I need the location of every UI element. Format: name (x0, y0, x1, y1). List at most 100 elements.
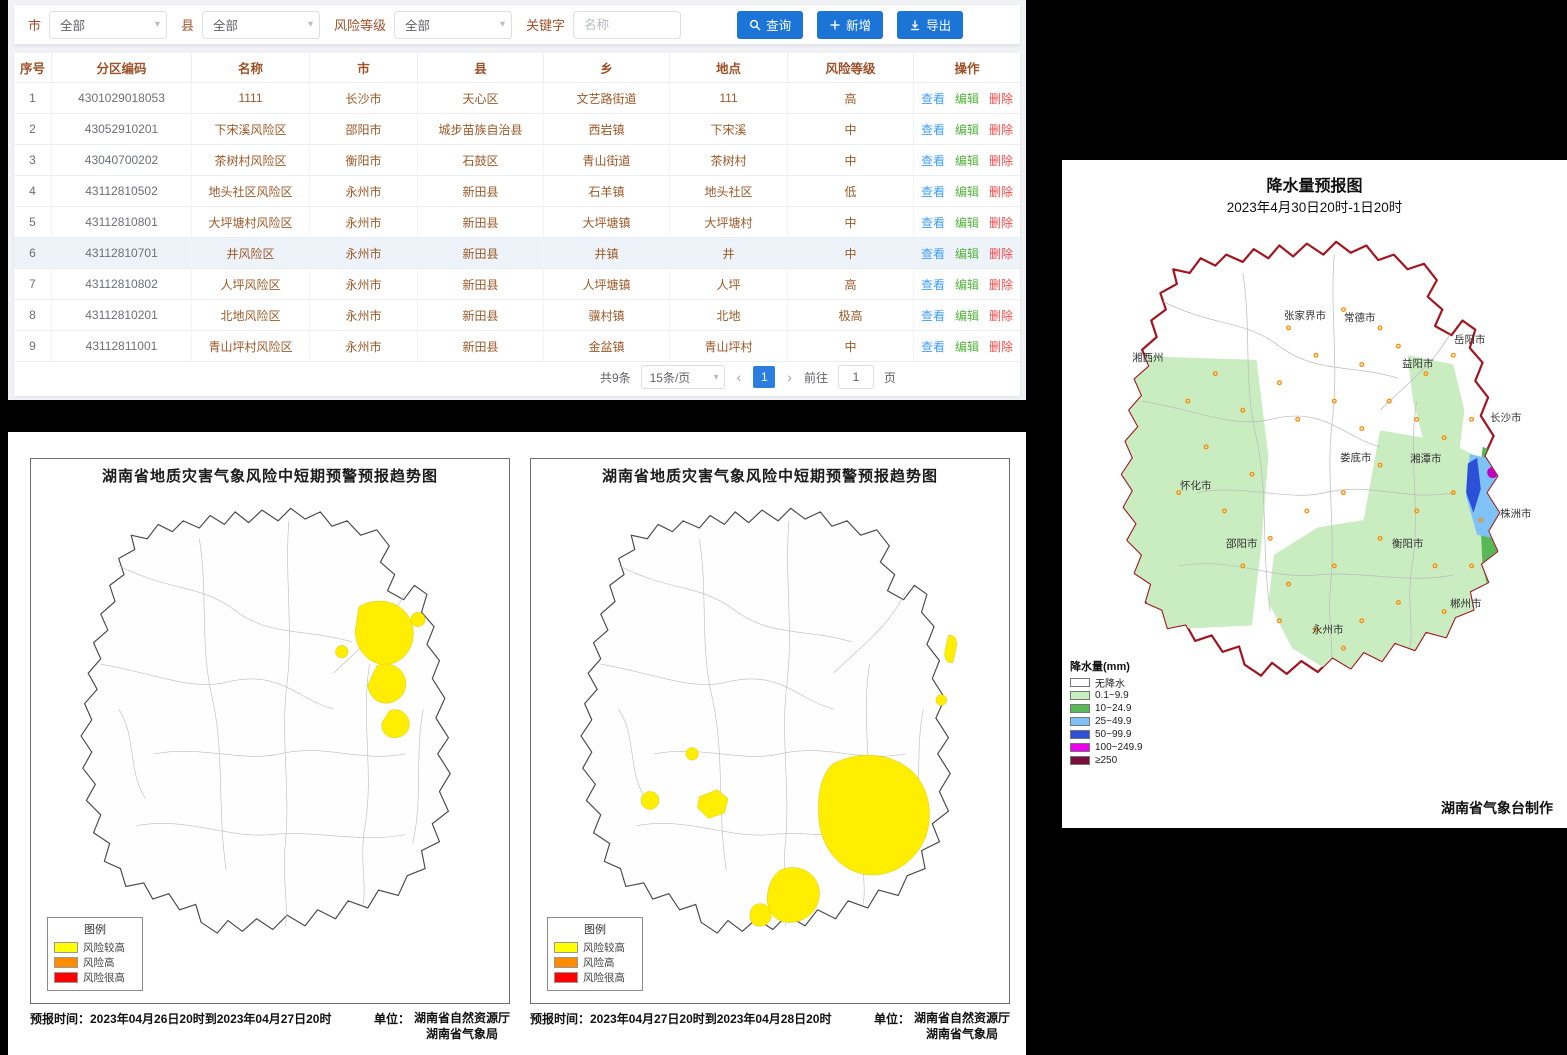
trend-legend-item: 风险较高 (54, 940, 136, 955)
table-row: 7 43112810802 人坪风险区 永州市 新田县 人坪塘镇 人坪 高 查看… (14, 269, 1020, 300)
trend-map-title: 湖南省地质灾害气象风险中短期预警预报趋势图 (531, 465, 1009, 486)
cell-actions: 查看 编辑 删除 (914, 176, 1020, 206)
edit-link[interactable]: 编辑 (955, 214, 979, 231)
cell-county: 城步苗族自治县 (418, 114, 544, 144)
view-link[interactable]: 查看 (921, 152, 945, 169)
cell-no: 8 (14, 300, 52, 330)
table-row: 3 43040700202 茶树村风险区 衡阳市 石鼓区 青山街道 茶树村 中 … (14, 145, 1020, 176)
legend-label: 风险很高 (83, 970, 125, 985)
cell-risk: 中 (788, 331, 914, 361)
col-header-city: 市 (310, 53, 418, 82)
export-button[interactable]: 导出 (897, 11, 963, 39)
edit-link[interactable]: 编辑 (955, 245, 979, 262)
legend-swatch (554, 957, 578, 968)
goto-page-input[interactable] (838, 365, 874, 389)
view-link[interactable]: 查看 (921, 183, 945, 200)
delete-link[interactable]: 删除 (989, 121, 1013, 138)
edit-link[interactable]: 编辑 (955, 183, 979, 200)
pagination-total: 共9条 (600, 369, 631, 386)
legend-swatch (1070, 678, 1090, 687)
legend-label: 50~99.9 (1095, 729, 1131, 740)
view-link[interactable]: 查看 (921, 338, 945, 355)
delete-link[interactable]: 删除 (989, 90, 1013, 107)
filter-bar: 市 全部 ▾ 县 全部 ▾ 风险等级 全部 ▾ 关键字 查询 新增 导出 (14, 5, 1020, 45)
cell-actions: 查看 编辑 删除 (914, 238, 1020, 268)
cell-county: 新田县 (418, 238, 544, 268)
col-header-risk: 风险等级 (788, 53, 914, 82)
col-header-place: 地点 (670, 53, 788, 82)
cell-town: 大坪塘镇 (544, 207, 670, 237)
city-label: 怀化市 (1180, 478, 1212, 493)
current-page-button[interactable]: 1 (753, 366, 775, 388)
cell-risk: 高 (788, 83, 914, 113)
cell-no: 7 (14, 269, 52, 299)
edit-link[interactable]: 编辑 (955, 276, 979, 293)
trend-map-2-svg (539, 485, 1003, 951)
cell-county: 新田县 (418, 331, 544, 361)
county-select[interactable]: 全部 ▾ (202, 11, 320, 39)
risk-select-value: 全部 (405, 15, 430, 34)
table-row: 2 43052910201 下宋溪风险区 邵阳市 城步苗族自治县 西岩镇 下宋溪… (14, 114, 1020, 145)
col-header-name: 名称 (192, 53, 310, 82)
edit-link[interactable]: 编辑 (955, 307, 979, 324)
search-button[interactable]: 查询 (737, 11, 803, 39)
legend-label: 风险高 (83, 955, 115, 970)
legend-label: 风险较高 (83, 940, 125, 955)
col-header-actions: 操作 (914, 53, 1020, 82)
cell-risk: 中 (788, 145, 914, 175)
legend-label: 100~249.9 (1095, 742, 1143, 753)
unit-line1: 湖南省自然资源厅 (914, 1010, 1010, 1026)
pagination: 共9条 15条/页 ▾ ‹ 1 › 前往 页 (600, 365, 896, 389)
cell-risk: 高 (788, 269, 914, 299)
view-link[interactable]: 查看 (921, 214, 945, 231)
edit-link[interactable]: 编辑 (955, 121, 979, 138)
view-link[interactable]: 查看 (921, 276, 945, 293)
next-page-button[interactable]: › (785, 369, 794, 385)
delete-link[interactable]: 删除 (989, 183, 1013, 200)
delete-link[interactable]: 删除 (989, 245, 1013, 262)
cell-city: 邵阳市 (310, 114, 418, 144)
forecast-time-2: 预报时间：2023年04月27日20时到2023年04月28日20时 (530, 1010, 831, 1027)
cell-code: 43040700202 (52, 145, 192, 175)
table-row: 1 4301029018053 1111 长沙市 天心区 文艺路街道 111 高… (14, 83, 1020, 114)
delete-link[interactable]: 删除 (989, 152, 1013, 169)
add-button[interactable]: 新增 (817, 11, 883, 39)
legend-swatch (1070, 756, 1090, 765)
cell-town: 青山街道 (544, 145, 670, 175)
delete-link[interactable]: 删除 (989, 338, 1013, 355)
cell-actions: 查看 编辑 删除 (914, 114, 1020, 144)
city-select[interactable]: 全部 ▾ (49, 11, 167, 39)
legend-swatch (1070, 691, 1090, 700)
edit-link[interactable]: 编辑 (955, 152, 979, 169)
trend-legend-item: 风险高 (554, 955, 636, 970)
view-link[interactable]: 查看 (921, 245, 945, 262)
edit-link[interactable]: 编辑 (955, 338, 979, 355)
cell-no: 5 (14, 207, 52, 237)
cell-actions: 查看 编辑 删除 (914, 269, 1020, 299)
view-link[interactable]: 查看 (921, 90, 945, 107)
delete-link[interactable]: 删除 (989, 276, 1013, 293)
cell-no: 1 (14, 83, 52, 113)
city-label: 湘西州 (1132, 350, 1164, 365)
chevron-down-icon: ▾ (308, 19, 313, 30)
cell-name: 北地风险区 (192, 300, 310, 330)
legend-swatch (54, 957, 78, 968)
prev-page-button[interactable]: ‹ (735, 369, 744, 385)
rain-legend-item: 0.1~9.9 (1070, 689, 1143, 702)
cell-city: 永州市 (310, 300, 418, 330)
city-label: 益阳市 (1402, 356, 1434, 371)
legend-label: 无降水 (1095, 675, 1125, 690)
unit-line2: 湖南省气象局 (426, 1026, 498, 1042)
delete-link[interactable]: 删除 (989, 214, 1013, 231)
view-link[interactable]: 查看 (921, 121, 945, 138)
keyword-input[interactable] (573, 11, 681, 39)
cell-code: 43112810701 (52, 238, 192, 268)
chevron-down-icon: ▾ (155, 19, 160, 30)
page-size-select[interactable]: 15条/页 ▾ (641, 365, 725, 389)
view-link[interactable]: 查看 (921, 307, 945, 324)
delete-link[interactable]: 删除 (989, 307, 1013, 324)
city-select-value: 全部 (60, 15, 85, 34)
page-unit-label: 页 (884, 369, 896, 386)
risk-level-select[interactable]: 全部 ▾ (394, 11, 512, 39)
edit-link[interactable]: 编辑 (955, 90, 979, 107)
